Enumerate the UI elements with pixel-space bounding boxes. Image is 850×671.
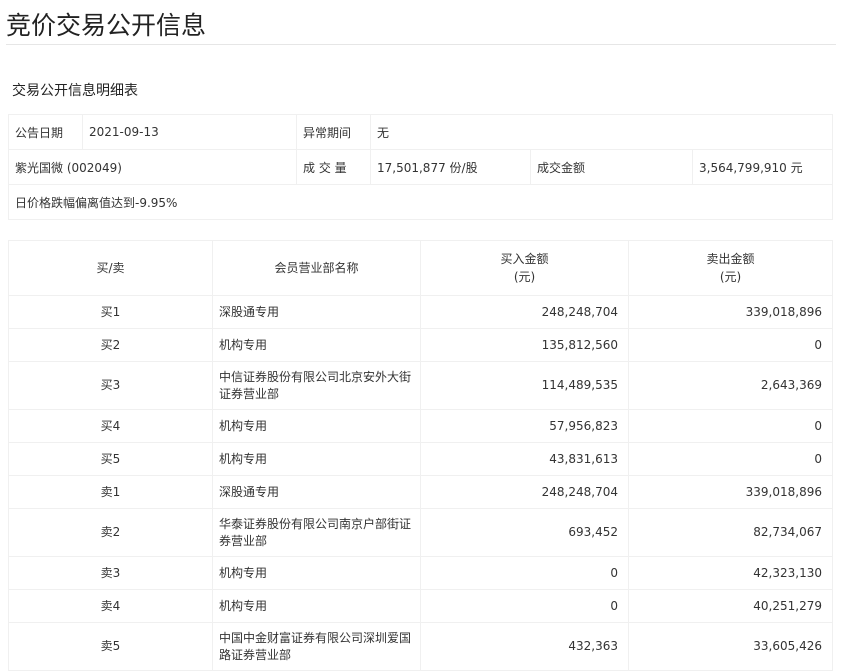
sell-amount-cell: 339,018,896 xyxy=(628,295,833,329)
sell-amount-cell: 0 xyxy=(628,442,833,476)
table-row: 卖3 机构专用 0 42,323,130 xyxy=(8,556,833,590)
buy-amount-cell: 114,489,535 xyxy=(420,361,629,410)
name-cell: 机构专用 xyxy=(212,442,421,476)
table-row: 卖1 深股通专用 248,248,704 339,018,896 xyxy=(8,475,833,509)
amount-value: 3,564,799,910 元 xyxy=(691,149,834,185)
header-sell-unit: (元) xyxy=(719,270,742,284)
name-cell: 机构专用 xyxy=(212,556,421,590)
sell-amount-cell: 339,018,896 xyxy=(628,475,833,509)
table-row: 卖4 机构专用 0 40,251,279 xyxy=(8,589,833,623)
info-row: 日价格跌幅偏离值达到-9.95% xyxy=(7,184,834,220)
buy-amount-cell: 248,248,704 xyxy=(420,475,629,509)
side-cell: 买2 xyxy=(8,328,213,362)
side-cell: 卖1 xyxy=(8,475,213,509)
header-sell-label: 卖出金额 xyxy=(706,252,755,266)
side-cell: 卖3 xyxy=(8,556,213,590)
table-row: 卖5 中国中金财富证券有限公司深圳爱国路证券营业部 432,363 33,605,42… xyxy=(8,622,833,671)
reason: 日价格跌幅偏离值达到-9.95% xyxy=(7,184,834,220)
side-cell: 买4 xyxy=(8,409,213,443)
sell-amount-cell: 2,643,369 xyxy=(628,361,833,410)
name-cell: 机构专用 xyxy=(212,328,421,362)
sell-amount-cell: 40,251,279 xyxy=(628,589,833,623)
header-name: 会员营业部名称 xyxy=(212,240,421,296)
info-row: 公告日期 2021-09-13 异常期间 无 xyxy=(8,114,834,150)
side-cell: 买1 xyxy=(8,295,213,329)
buy-amount-cell: 57,956,823 xyxy=(420,409,629,443)
buy-amount-cell: 135,812,560 xyxy=(420,328,629,362)
header-buy-label: 买入金额 xyxy=(500,252,549,266)
name-cell: 中国中金财富证券有限公司深圳爱国路证券营业部 xyxy=(212,622,421,671)
trade-table: 买/卖 会员营业部名称 买入金额 (元) 卖出金额 (元) 买1 深股通专用 248,2… xyxy=(8,240,833,671)
header-buy: 买入金额 (元) xyxy=(420,240,629,296)
name-cell: 华泰证券股份有限公司南京户部街证券营业部 xyxy=(212,508,421,557)
table-row: 买3 中信证券股份有限公司北京安外大街证券营业部 114,489,535 2,643,… xyxy=(8,361,833,410)
sell-amount-cell: 0 xyxy=(628,328,833,362)
table-row: 买1 深股通专用 248,248,704 339,018,896 xyxy=(8,295,833,329)
sell-amount-cell: 33,605,426 xyxy=(628,622,833,671)
name-cell: 机构专用 xyxy=(212,409,421,443)
buy-amount-cell: 0 xyxy=(420,589,629,623)
sell-amount-cell: 0 xyxy=(628,409,833,443)
page-title: 竞价交易公开信息 xyxy=(6,11,207,40)
side-cell: 卖4 xyxy=(8,589,213,623)
amount-label: 成交金额 xyxy=(530,149,693,185)
buy-amount-cell: 43,831,613 xyxy=(420,442,629,476)
side-cell: 买3 xyxy=(8,361,213,410)
buy-amount-cell: 248,248,704 xyxy=(420,295,629,329)
date-label: 公告日期 xyxy=(8,114,83,150)
table-row: 卖2 华泰证券股份有限公司南京户部街证券营业部 693,452 82,734,067 xyxy=(8,508,833,557)
period-value: 无 xyxy=(369,114,834,150)
sell-amount-cell: 42,323,130 xyxy=(628,556,833,590)
name-cell: 深股通专用 xyxy=(212,475,421,509)
stock-name: 紫光国微 (002049) xyxy=(8,149,297,185)
buy-amount-cell: 0 xyxy=(420,556,629,590)
volume-value: 17,501,877 份/股 xyxy=(370,149,531,185)
side-cell: 买5 xyxy=(8,442,213,476)
table-row: 买4 机构专用 57,956,823 0 xyxy=(8,409,833,443)
period-label: 异常期间 xyxy=(296,114,371,150)
table-header: 买/卖 会员营业部名称 买入金额 (元) 卖出金额 (元) xyxy=(8,240,833,296)
date-value: 2021-09-13 xyxy=(82,114,297,150)
side-cell: 卖2 xyxy=(8,508,213,557)
sell-amount-cell: 82,734,067 xyxy=(628,508,833,557)
info-row: 紫光国微 (002049) 成 交 量 17,501,877 份/股 成交金额 … xyxy=(8,149,834,185)
side-cell: 卖5 xyxy=(8,622,213,671)
table-row: 买5 机构专用 43,831,613 0 xyxy=(8,442,833,476)
buy-amount-cell: 432,363 xyxy=(420,622,629,671)
header-sell: 卖出金额 (元) xyxy=(628,240,833,296)
name-cell: 机构专用 xyxy=(212,589,421,623)
name-cell: 深股通专用 xyxy=(212,295,421,329)
title-divider xyxy=(6,44,836,45)
info-table: 公告日期 2021-09-13 异常期间 无 紫光国微 (002049) 成 交… xyxy=(7,114,834,220)
table-row: 买2 机构专用 135,812,560 0 xyxy=(8,328,833,362)
volume-label: 成 交 量 xyxy=(296,149,371,185)
header-side: 买/卖 xyxy=(8,240,213,296)
header-buy-unit: (元) xyxy=(513,270,536,284)
buy-amount-cell: 693,452 xyxy=(420,508,629,557)
section-title: 交易公开信息明细表 xyxy=(12,83,138,99)
name-cell: 中信证券股份有限公司北京安外大街证券营业部 xyxy=(212,361,421,410)
